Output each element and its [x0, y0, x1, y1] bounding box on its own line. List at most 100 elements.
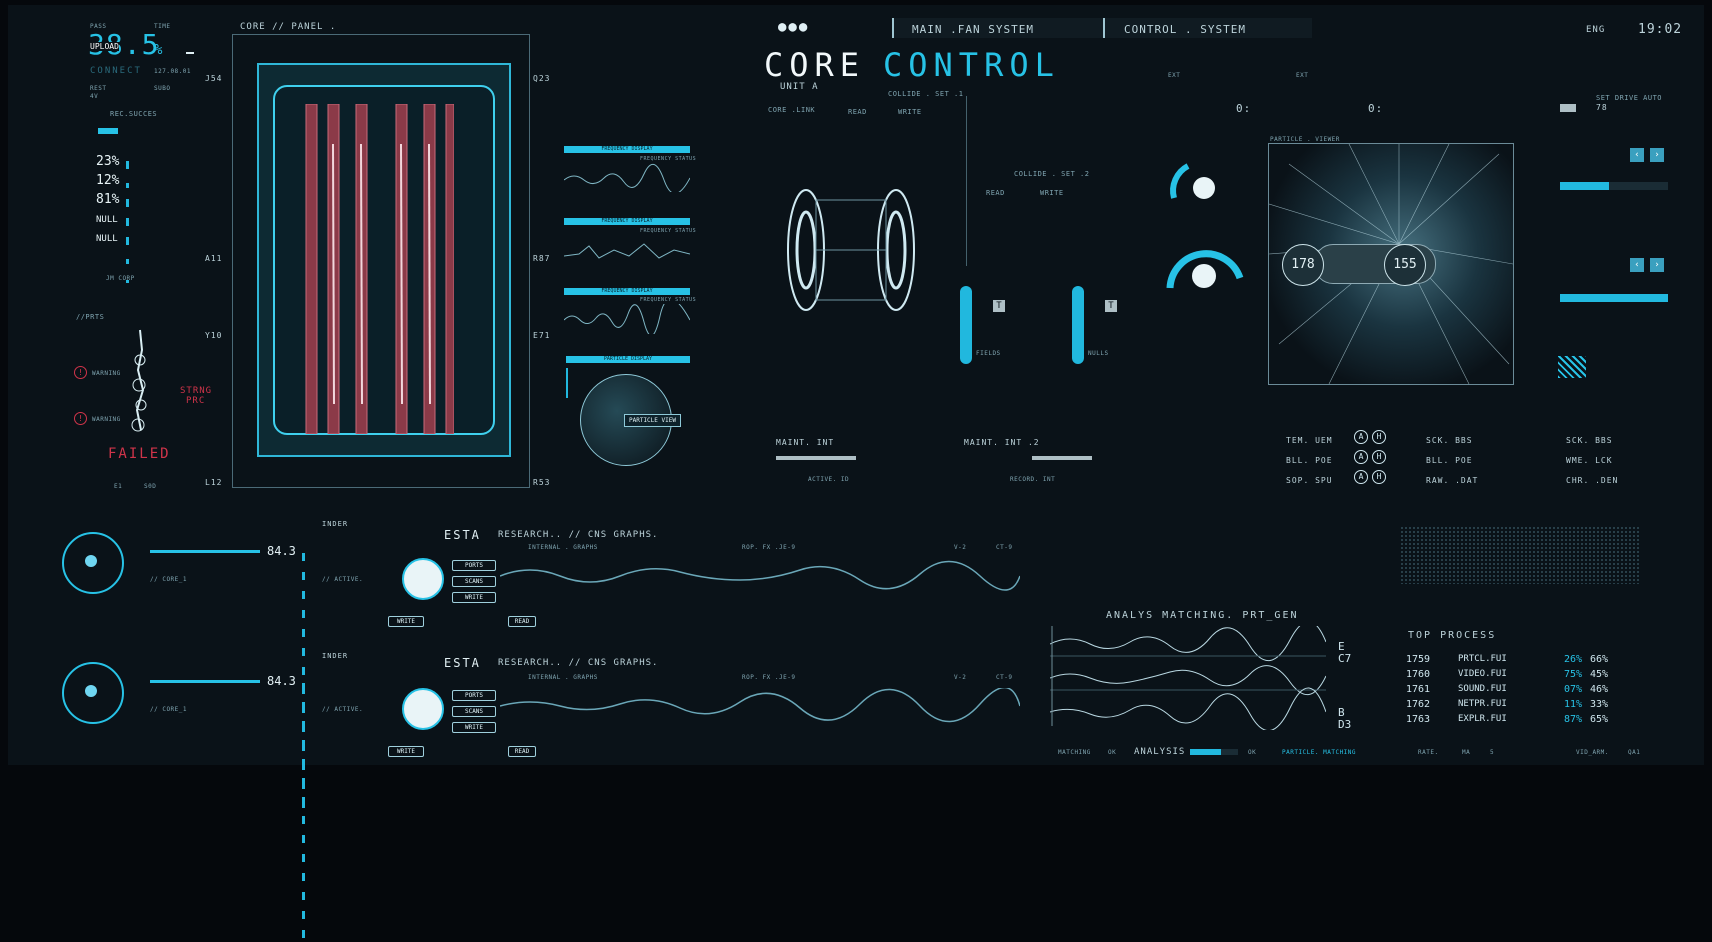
t-button[interactable]: T — [1105, 300, 1117, 312]
read-label: READ — [986, 189, 1005, 197]
upload-label[interactable]: UPLOAD — [90, 42, 119, 51]
ma-label: MA — [1462, 749, 1471, 756]
particle-view-label[interactable]: PARTICLE VIEW — [624, 414, 681, 427]
freq-wave — [564, 164, 690, 192]
rest-value: 4V — [90, 93, 99, 100]
c7-label: C7 — [1338, 652, 1352, 665]
ports-button[interactable]: PORTS — [452, 690, 496, 701]
cns-graph — [500, 560, 1020, 591]
alert-icon[interactable]: ! — [74, 412, 87, 425]
stat-value: NULL — [96, 234, 118, 244]
scans-button[interactable]: SCANS — [452, 576, 496, 587]
table-row[interactable]: 1761 SOUND.FUI 07% 46% — [1406, 684, 1608, 699]
table-row[interactable]: 1760 VIDEO.FUI 75% 45% — [1406, 669, 1609, 684]
collide-set-1-label: COLLIDE . SET .1 — [888, 90, 964, 98]
stats-list: 23% 12% 81% NULL NULL — [96, 150, 129, 283]
chevron-left-icon[interactable]: ‹ — [1630, 258, 1644, 272]
graphs-label: INTERNAL . GRAPHS — [528, 674, 598, 681]
panel-label: J54 — [205, 74, 223, 83]
freq-wave — [564, 243, 690, 259]
read-button[interactable]: READ — [508, 616, 536, 627]
analysis-progress — [1190, 749, 1238, 755]
pass-unit: % — [154, 42, 163, 58]
panel-label: L12 — [205, 478, 223, 487]
process-mem: 45% — [1590, 669, 1609, 680]
subo-label: SUBO — [154, 85, 171, 92]
write-button[interactable]: WRITE — [388, 616, 424, 627]
ok-label: OK — [1248, 749, 1257, 756]
h-button[interactable]: H — [1372, 430, 1386, 444]
read-button[interactable]: READ — [508, 746, 536, 757]
window-dots[interactable]: ●●● — [778, 19, 809, 35]
prts-label: //PRTS — [76, 313, 105, 321]
core-rods — [304, 103, 455, 435]
a-button[interactable]: A — [1354, 470, 1368, 484]
chevron-right-icon[interactable]: › — [1650, 148, 1664, 162]
table-row[interactable]: 1759 PRTCL.FUI 26% 66% — [1406, 654, 1609, 669]
panel-label: Q23 — [533, 74, 551, 83]
fields-slider[interactable] — [960, 286, 972, 364]
panel-label: A11 — [205, 254, 223, 263]
h-button[interactable]: H — [1372, 450, 1386, 464]
ok-label: OK — [1108, 749, 1117, 756]
knob[interactable] — [402, 688, 444, 730]
core-label: // CORE_1 — [150, 576, 188, 583]
tab-control-system[interactable]: CONTROL . SYSTEM — [1124, 23, 1246, 36]
table-row[interactable]: 1762 NETPR.FUI 11% 33% — [1406, 699, 1608, 714]
t-button[interactable]: T — [993, 300, 1005, 312]
connect-label[interactable]: CONNECT — [90, 66, 142, 76]
a-button[interactable]: A — [1354, 430, 1368, 444]
drive-toggle[interactable] — [1560, 104, 1576, 112]
tag-label: RAW. .DAT — [1426, 476, 1479, 485]
stat-value: NULL — [96, 215, 118, 225]
tag-label: BLL. POE — [1286, 456, 1333, 465]
research-title: RESEARCH.. // CNS GRAPHS. — [498, 658, 659, 668]
title-control: CONTROL — [883, 46, 1060, 84]
process-id: 1761 — [1406, 684, 1431, 695]
rec-label: REC.SUCCES — [110, 110, 158, 118]
ext-label: EXT — [1168, 72, 1181, 79]
panel-label: R53 — [533, 478, 551, 487]
process-table: 1759 PRTCL.FUI 26% 66% 1760 VIDEO.FUI 75… — [1406, 654, 1609, 729]
dial-center — [85, 685, 97, 697]
esta-label: ESTA — [444, 656, 481, 670]
v2-label: V-2 — [954, 544, 967, 551]
write-button[interactable]: WRITE — [452, 722, 496, 733]
ports-button[interactable]: PORTS — [452, 560, 496, 571]
warning-label: WARNING — [92, 370, 121, 377]
a-button[interactable]: A — [1354, 450, 1368, 464]
failed-label: FAILED — [108, 446, 171, 462]
write-button[interactable]: WRITE — [452, 592, 496, 603]
ip-value: 127.08.01 — [154, 68, 192, 75]
knob[interactable] — [402, 558, 444, 600]
alert-icon[interactable]: ! — [74, 366, 87, 379]
analysis-graphs — [1049, 621, 1327, 732]
chevron-left-icon[interactable]: ‹ — [1630, 148, 1644, 162]
particle-viewer-label: PARTICLE . VIEWER — [1270, 136, 1340, 143]
process-id: 1759 — [1406, 654, 1431, 665]
process-id: 1763 — [1406, 714, 1431, 725]
table-row[interactable]: 1763 EXPLR.FUI 87% 65% — [1406, 714, 1608, 729]
process-mem: 66% — [1590, 654, 1609, 665]
tag-label: SCK. BBS — [1566, 436, 1613, 445]
write-button[interactable]: WRITE — [388, 746, 424, 757]
research-title: RESEARCH.. // CNS GRAPHS. — [498, 530, 659, 540]
d3-label: D3 — [1338, 718, 1352, 731]
core-label: // CORE_1 — [150, 706, 188, 713]
cns-graph — [500, 688, 1020, 723]
chevron-right-icon[interactable]: › — [1650, 258, 1664, 272]
qa-label: QA1 — [1628, 749, 1641, 756]
rec-indicator — [98, 128, 118, 134]
language-indicator[interactable]: ENG — [1586, 25, 1605, 35]
stat-row: NULL — [96, 207, 119, 226]
dot-matrix-display — [1400, 526, 1640, 584]
nulls-slider[interactable] — [1072, 286, 1084, 364]
h-button[interactable]: H — [1372, 470, 1386, 484]
set-drive-value: 78 — [1596, 103, 1608, 112]
v2-label: V-2 — [954, 674, 967, 681]
research-bar — [150, 550, 260, 553]
tab-main-fan-system[interactable]: MAIN .FAN SYSTEM — [912, 23, 1034, 36]
research-bar — [150, 680, 260, 683]
write-label: WRITE — [1040, 189, 1064, 197]
scans-button[interactable]: SCANS — [452, 706, 496, 717]
